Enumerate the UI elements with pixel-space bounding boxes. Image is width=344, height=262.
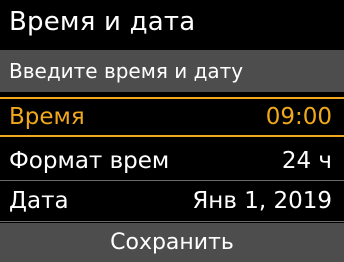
save-button[interactable]: Сохранить: [0, 223, 344, 262]
date-value: Янв 1, 2019: [192, 188, 332, 214]
time-format-value: 24 ч: [281, 148, 332, 174]
screen-subtitle: Введите время и дату: [0, 50, 344, 92]
time-format-label: Формат врем: [9, 148, 170, 174]
time-row[interactable]: Время 09:00: [0, 97, 344, 137]
date-row[interactable]: Дата Янв 1, 2019: [0, 181, 344, 221]
date-label: Дата: [9, 188, 69, 214]
divider: [0, 221, 344, 222]
time-label: Время: [9, 104, 85, 130]
time-format-row[interactable]: Формат врем 24 ч: [0, 141, 344, 181]
screen-title: Время и дата: [0, 0, 344, 44]
time-value: 09:00: [265, 104, 332, 130]
time-date-screen: Время и дата Введите время и дату Время …: [0, 0, 344, 262]
